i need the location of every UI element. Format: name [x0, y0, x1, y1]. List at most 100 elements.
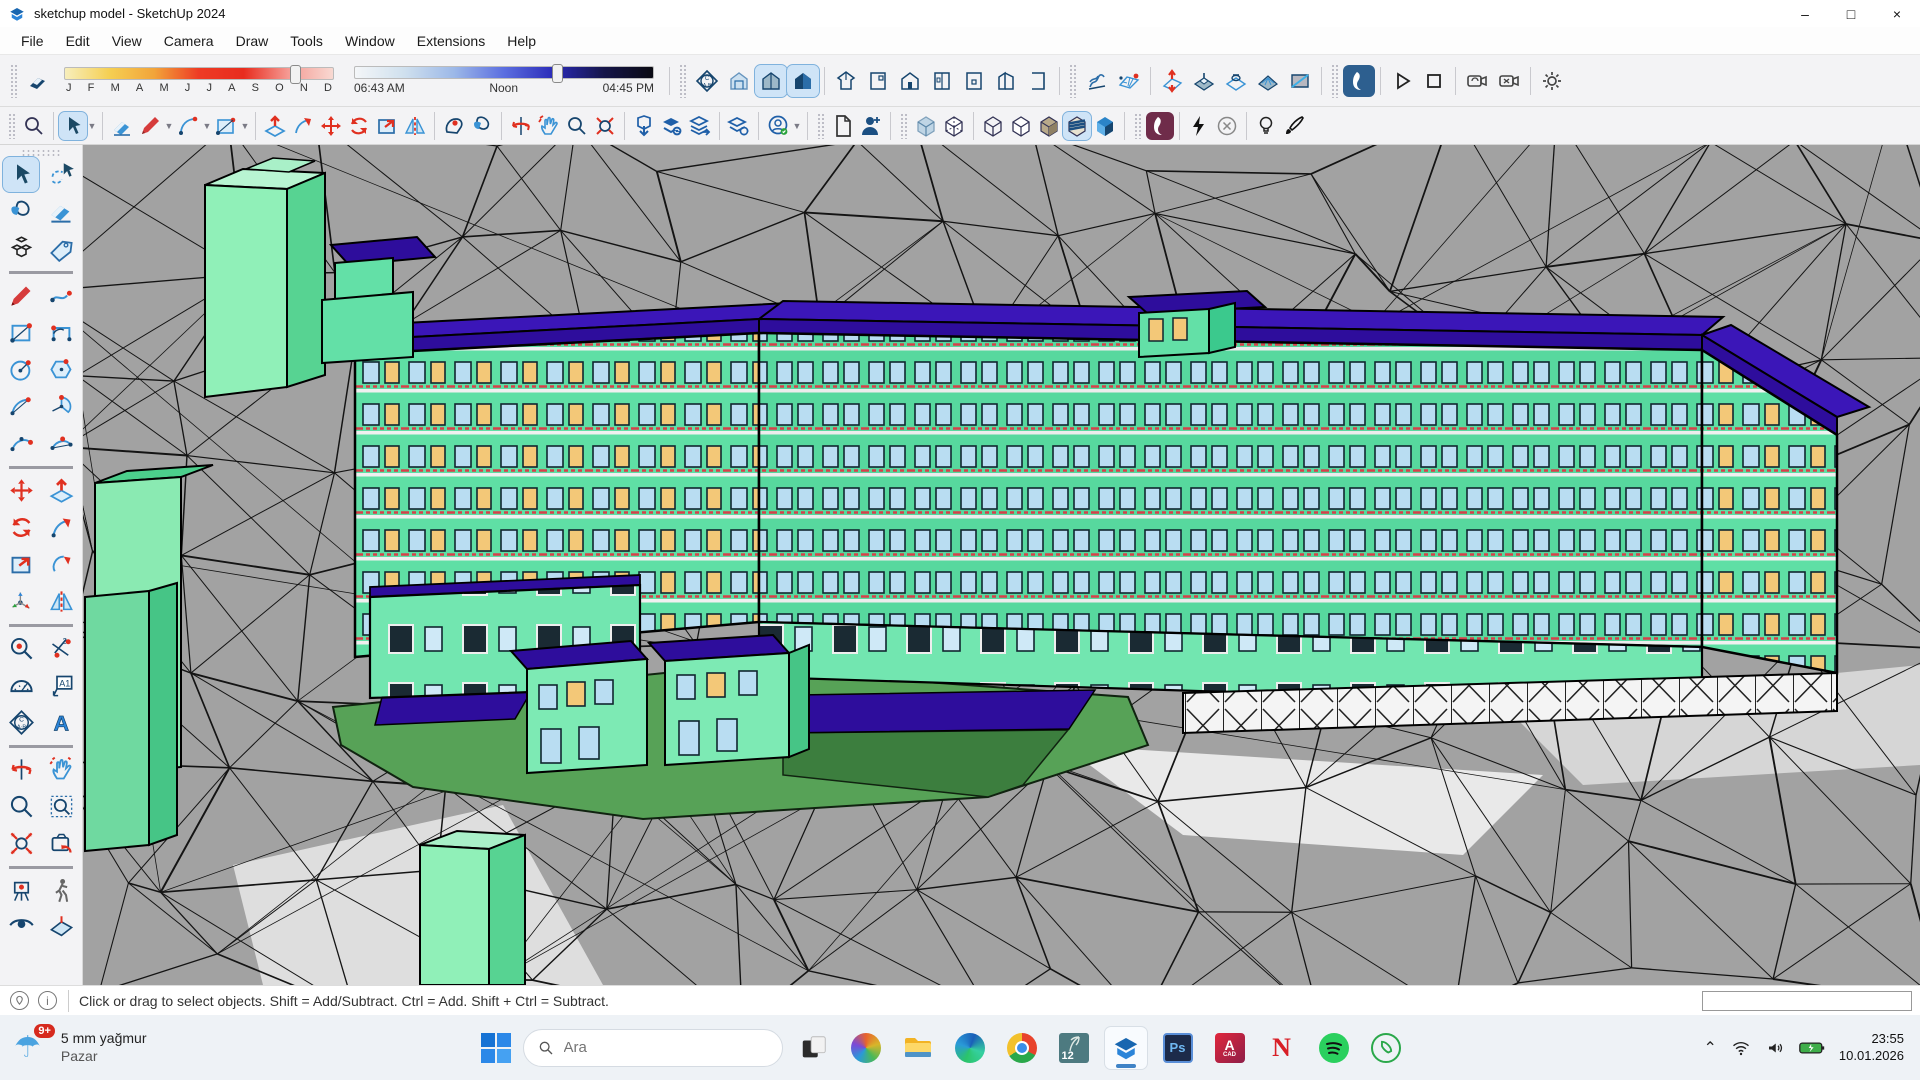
toolbar-drag-handle[interactable]	[1331, 64, 1339, 98]
line-dropdown[interactable]: ▼	[164, 112, 174, 140]
section-view-button[interactable]	[1022, 65, 1054, 97]
orbit-tool[interactable]	[3, 752, 39, 787]
stop-button[interactable]	[1418, 65, 1450, 97]
new-document-button[interactable]	[829, 112, 857, 140]
toolbar-drag-handle[interactable]	[679, 64, 687, 98]
measurements-input[interactable]	[1702, 991, 1912, 1011]
compass-axes-tool[interactable]: CA·B	[3, 705, 39, 740]
style-shaded-button[interactable]	[1035, 112, 1063, 140]
lightbulb-button[interactable]	[1252, 112, 1280, 140]
arc-dropdown[interactable]: ▼	[202, 112, 212, 140]
polygon-tool[interactable]	[43, 352, 79, 387]
tray-chevron-icon[interactable]: ⌃	[1704, 1038, 1717, 1058]
rectangle-dropdown[interactable]: ▼	[240, 112, 250, 140]
toolbar-drag-handle[interactable]	[8, 113, 16, 139]
box-building-bottom[interactable]	[420, 831, 525, 985]
menu-view[interactable]: View	[101, 29, 153, 53]
axes-tool[interactable]	[3, 584, 39, 619]
offset-button[interactable]	[440, 112, 468, 140]
3d-text-tool[interactable]: A	[43, 705, 79, 740]
arc-3pt-tool[interactable]	[3, 426, 39, 461]
app-whatsapp[interactable]	[1365, 1027, 1407, 1069]
select-tool[interactable]	[3, 157, 39, 192]
textured-house-button[interactable]	[787, 65, 819, 97]
freehand-tool[interactable]	[43, 278, 79, 313]
app-chrome[interactable]	[1001, 1027, 1043, 1069]
components-tool[interactable]	[3, 231, 39, 266]
back-view-button[interactable]	[958, 65, 990, 97]
app-netflix[interactable]: N	[1261, 1027, 1303, 1069]
followme-tool[interactable]	[43, 510, 79, 545]
app-photoshop[interactable]: Ps	[1157, 1027, 1199, 1069]
move-tool[interactable]	[3, 473, 39, 508]
weather-widget[interactable]: ☂9+ 5 mm yağmur Pazar	[0, 1030, 330, 1065]
lasso-select-tool[interactable]	[43, 157, 79, 192]
menu-help[interactable]: Help	[496, 29, 547, 53]
date-slider-thumb[interactable]	[290, 65, 301, 84]
warehouse-download-button[interactable]	[630, 112, 658, 140]
flip-tool[interactable]	[43, 584, 79, 619]
account-dropdown[interactable]: ▼	[792, 112, 802, 140]
style-wireframe-button[interactable]	[979, 112, 1007, 140]
zoom-button[interactable]	[563, 112, 591, 140]
protractor-tool[interactable]	[3, 668, 39, 703]
app-task-view[interactable]	[793, 1027, 835, 1069]
drape-button[interactable]	[1220, 65, 1252, 97]
line-tool-button[interactable]	[136, 112, 164, 140]
app-file-explorer[interactable]	[897, 1027, 939, 1069]
circle-tool[interactable]	[3, 352, 39, 387]
style-backedges-button[interactable]	[940, 112, 968, 140]
flip-button[interactable]	[401, 112, 429, 140]
app-copilot[interactable]	[845, 1027, 887, 1069]
record-camera-button[interactable]	[1461, 65, 1493, 97]
select-dropdown[interactable]: ▼	[87, 112, 97, 140]
battery-icon[interactable]	[1799, 1040, 1825, 1056]
sandbox-from-scratch-button[interactable]	[1113, 65, 1145, 97]
tray-clock[interactable]: 23:55 10.01.2026	[1839, 1031, 1904, 1065]
arc-bulge-tool[interactable]	[43, 426, 79, 461]
eraser-tool[interactable]	[43, 194, 79, 229]
tape-measure-tool[interactable]	[3, 631, 39, 666]
rotated-rectangle-tool[interactable]	[43, 315, 79, 350]
tag-tool[interactable]	[43, 231, 79, 266]
time-slider-thumb[interactable]	[552, 64, 563, 83]
wifi-icon[interactable]	[1731, 1039, 1751, 1057]
maximize-button[interactable]: □	[1828, 0, 1874, 27]
start-button[interactable]	[479, 1031, 513, 1065]
position-camera-tool[interactable]	[3, 873, 39, 908]
pushpull-button[interactable]	[261, 112, 289, 140]
brush-button[interactable]	[1280, 112, 1308, 140]
search-input[interactable]	[564, 1039, 744, 1056]
sandbox-from-contours-button[interactable]	[1081, 65, 1113, 97]
rotate-tool[interactable]	[3, 510, 39, 545]
zoom-tool[interactable]	[3, 789, 39, 824]
account-button[interactable]	[764, 112, 792, 140]
toolbar-drag-handle[interactable]	[817, 113, 825, 139]
style-monochrome-button[interactable]	[1091, 112, 1119, 140]
pan-tool[interactable]	[43, 752, 79, 787]
dimension-tool[interactable]: 3	[43, 631, 79, 666]
zoom-extents-button[interactable]	[591, 112, 619, 140]
move-button[interactable]	[317, 112, 345, 140]
paint-bucket-button[interactable]	[468, 112, 496, 140]
pan-button[interactable]	[535, 112, 563, 140]
previous-view-tool[interactable]	[43, 826, 79, 861]
offset-tool[interactable]	[43, 547, 79, 582]
stamp-button[interactable]	[1188, 65, 1220, 97]
shadows-toggle-button[interactable]	[22, 65, 54, 97]
layers-share-button[interactable]	[686, 112, 714, 140]
toolbar-drag-handle[interactable]	[21, 149, 61, 157]
paint-bucket-tool[interactable]	[3, 194, 39, 229]
select-tool-button[interactable]	[59, 112, 87, 140]
flip-edge-button[interactable]	[1284, 65, 1316, 97]
arc-2pt-tool[interactable]	[3, 389, 39, 424]
shadow-time-slider[interactable]: 06:43 AM Noon 04:45 PM	[354, 66, 654, 95]
menu-extensions[interactable]: Extensions	[406, 29, 496, 53]
toolbar-drag-handle[interactable]	[1069, 64, 1077, 98]
component-settings-button[interactable]	[725, 112, 753, 140]
close-circle-button[interactable]	[1213, 112, 1241, 140]
search-tools-button[interactable]	[20, 112, 48, 140]
menu-edit[interactable]: Edit	[55, 29, 101, 53]
menu-draw[interactable]: Draw	[225, 29, 280, 53]
info-icon[interactable]: i	[38, 991, 57, 1010]
